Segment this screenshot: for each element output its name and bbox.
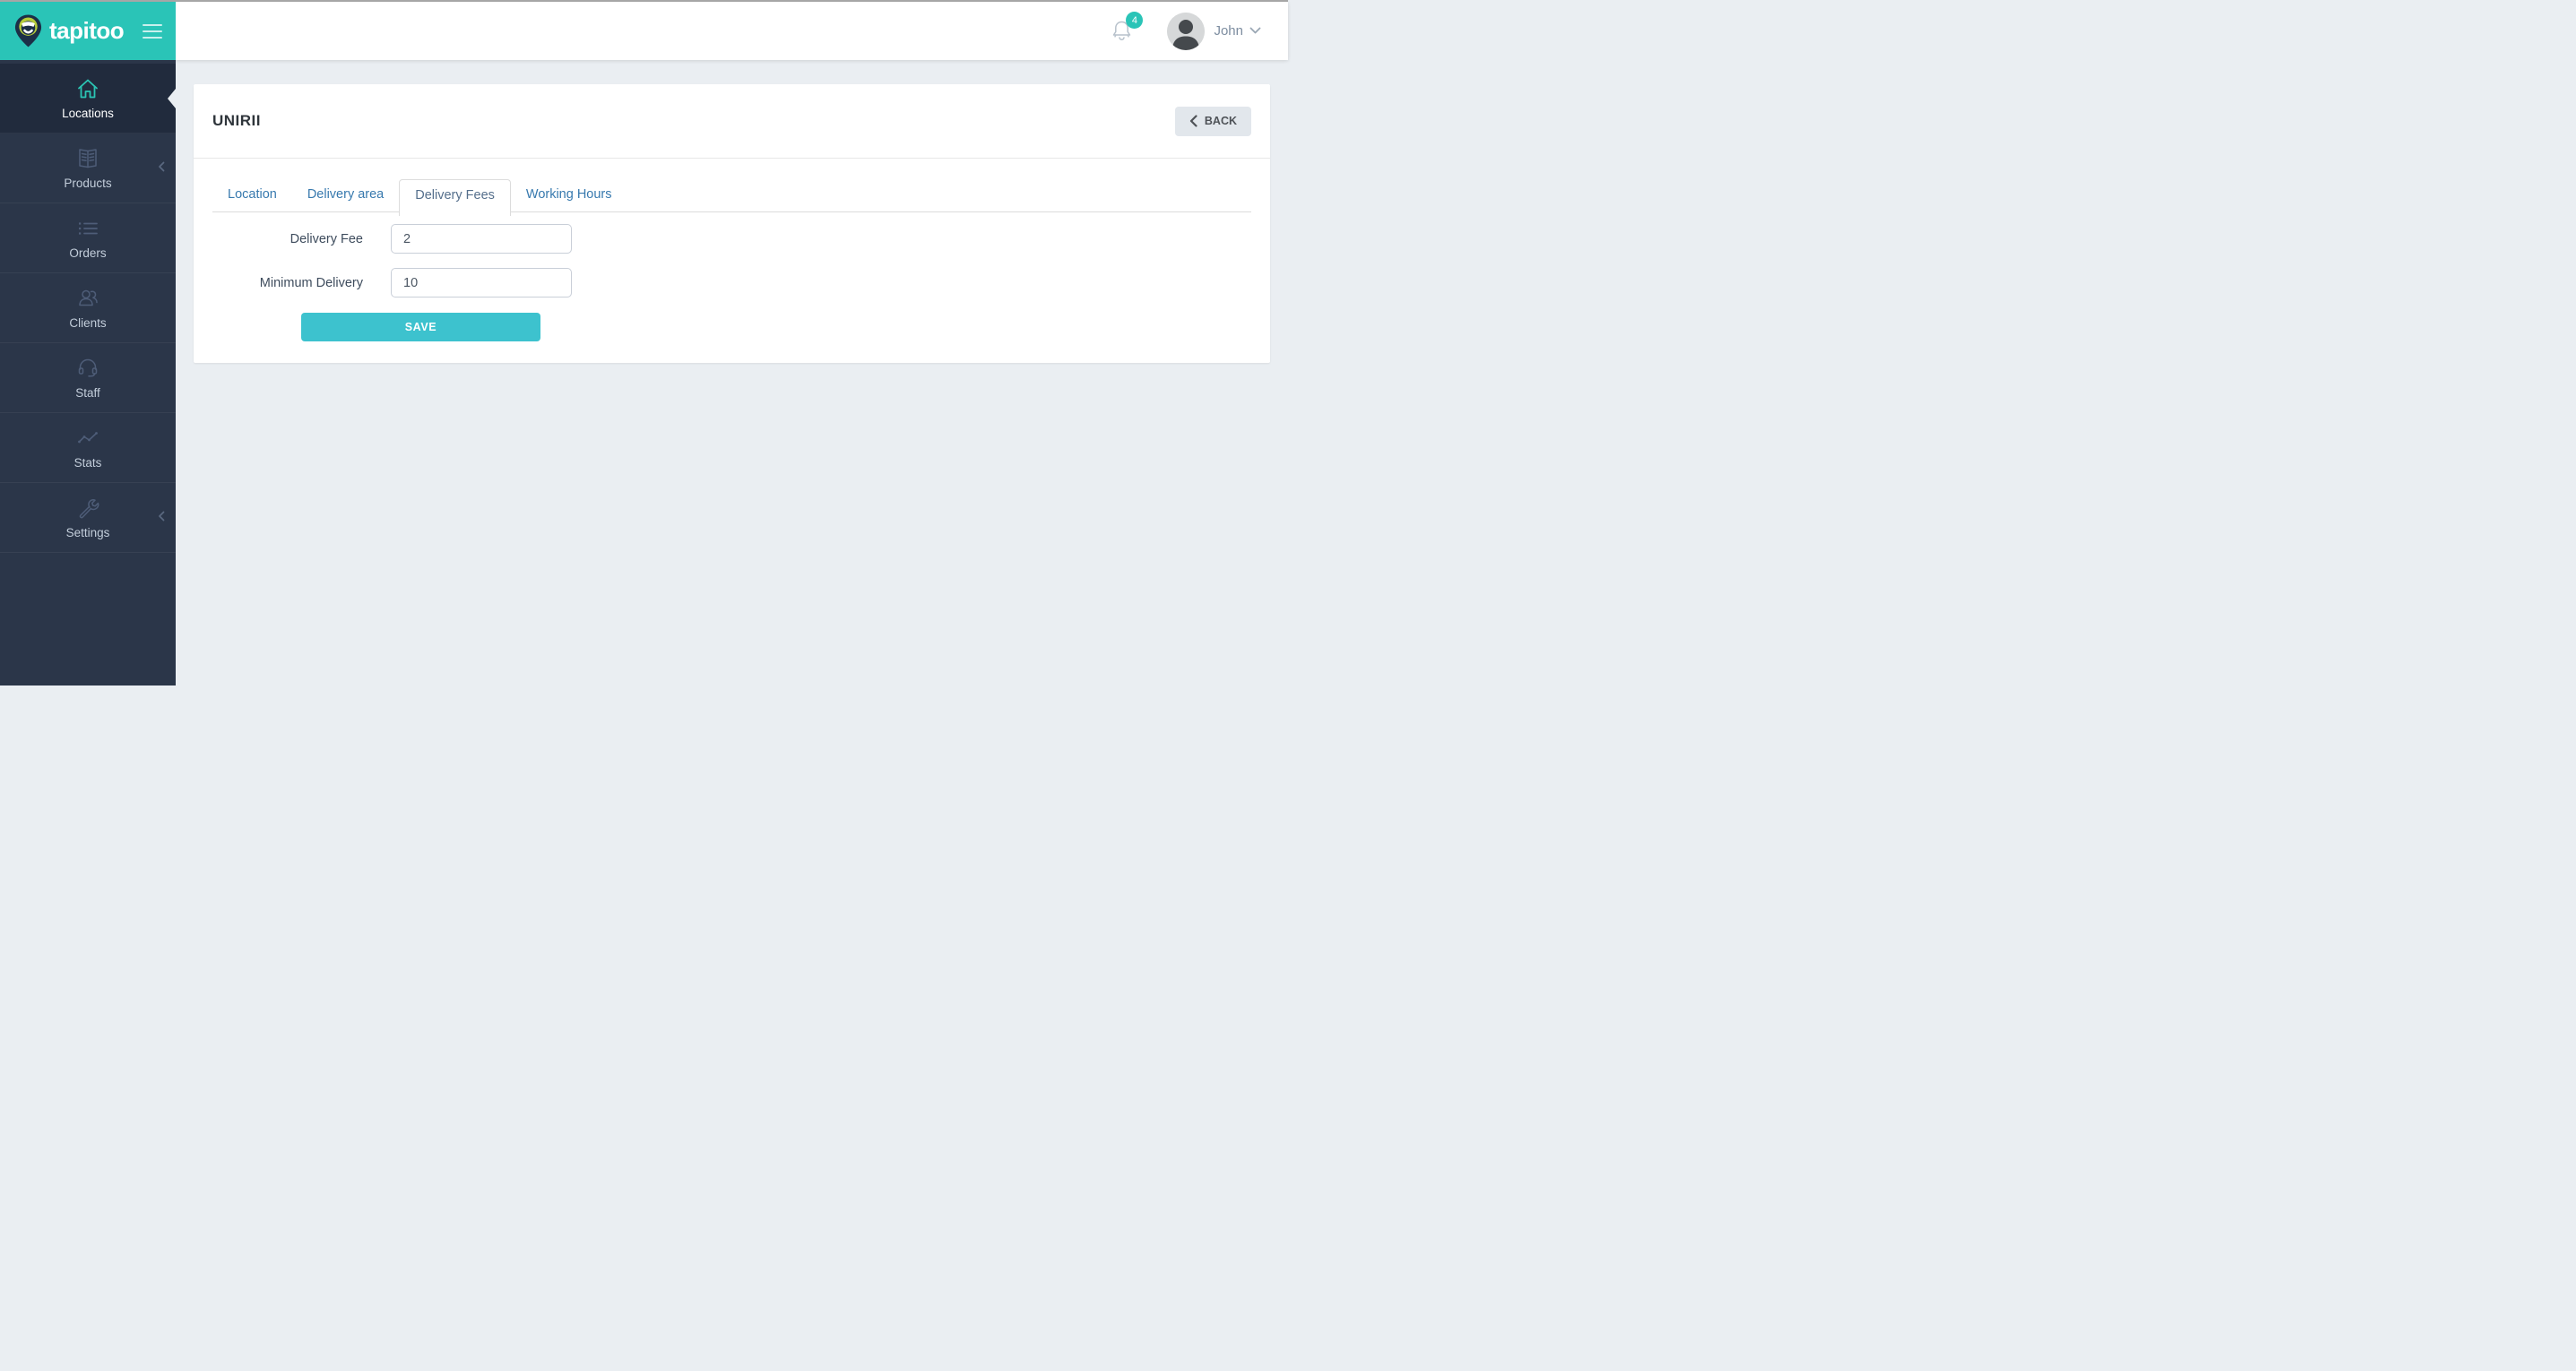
chevron-left-icon xyxy=(157,510,166,526)
sidebar-item-label: Stats xyxy=(74,456,102,470)
main-area: 4 John UNIRII BACK xyxy=(176,2,1288,686)
sidebar-item-label: Clients xyxy=(69,316,106,330)
sidebar-logo-bar: tapitoo xyxy=(0,2,176,60)
menu-book-icon xyxy=(76,146,99,170)
sidebar-item-locations[interactable]: Locations xyxy=(0,64,176,134)
chevron-down-icon[interactable] xyxy=(1249,27,1261,35)
sidebar-item-orders[interactable]: Orders xyxy=(0,203,176,273)
location-tabs: Location Delivery area Delivery Fees Wor… xyxy=(212,179,1251,212)
sidebar-item-settings[interactable]: Settings xyxy=(0,483,176,553)
sidebar-item-label: Orders xyxy=(69,246,106,260)
headset-icon xyxy=(76,356,99,380)
sidebar-item-label: Settings xyxy=(66,526,110,539)
page-title: UNIRII xyxy=(212,112,261,130)
back-button-label: BACK xyxy=(1205,115,1237,127)
page-content: UNIRII BACK Location Delivery area Deliv… xyxy=(176,60,1288,686)
sidebar: tapitoo Locations xyxy=(0,2,176,686)
form-row: Delivery Fee xyxy=(212,224,1251,254)
window-top-edge xyxy=(0,0,1288,2)
notification-count-badge: 4 xyxy=(1126,12,1143,29)
sidebar-item-products[interactable]: Products xyxy=(0,134,176,203)
tab-delivery-fees[interactable]: Delivery Fees xyxy=(399,179,511,216)
user-menu-name[interactable]: John xyxy=(1214,23,1243,39)
sidebar-item-label: Locations xyxy=(62,107,114,120)
card-body: Location Delivery area Delivery Fees Wor… xyxy=(194,159,1270,363)
chevron-left-icon xyxy=(1189,115,1197,127)
tab-delivery-area[interactable]: Delivery area xyxy=(292,179,399,211)
avatar[interactable] xyxy=(1167,13,1205,50)
line-chart-icon xyxy=(76,426,99,450)
sidebar-item-staff[interactable]: Staff xyxy=(0,343,176,413)
form-row: Minimum Delivery xyxy=(212,268,1251,297)
chevron-left-icon xyxy=(157,160,166,177)
list-icon xyxy=(76,216,99,240)
brand-wordmark: tapitoo xyxy=(49,17,124,45)
tapitoo-pin-logo-icon xyxy=(13,13,43,48)
delivery-fee-label: Delivery Fee xyxy=(212,232,363,246)
location-card: UNIRII BACK Location Delivery area Deliv… xyxy=(194,84,1270,363)
card-header: UNIRII BACK xyxy=(194,84,1270,159)
tab-location[interactable]: Location xyxy=(212,179,292,211)
notifications-button[interactable]: 4 xyxy=(1111,19,1133,43)
tab-working-hours[interactable]: Working Hours xyxy=(511,179,627,211)
wrench-icon xyxy=(76,496,99,520)
sidebar-item-label: Products xyxy=(64,177,111,190)
delivery-fee-input[interactable] xyxy=(391,224,572,254)
sidebar-item-stats[interactable]: Stats xyxy=(0,413,176,483)
sidebar-item-clients[interactable]: Clients xyxy=(0,273,176,343)
back-button[interactable]: BACK xyxy=(1175,107,1251,136)
app-screen: tapitoo Locations xyxy=(0,0,1288,686)
delivery-fees-form: Delivery Fee Minimum Delivery SAVE xyxy=(212,224,1251,341)
save-button[interactable]: SAVE xyxy=(301,313,540,341)
minimum-delivery-input[interactable] xyxy=(391,268,572,297)
minimum-delivery-label: Minimum Delivery xyxy=(212,276,363,290)
top-header-bar: 4 John xyxy=(176,2,1288,60)
sidebar-item-label: Staff xyxy=(75,386,100,400)
sidebar-nav: Locations Products xyxy=(0,60,176,553)
home-icon xyxy=(76,76,99,100)
user-silhouette-icon xyxy=(1167,13,1205,50)
users-icon xyxy=(76,286,99,310)
sidebar-collapse-hamburger-icon[interactable] xyxy=(143,21,162,42)
